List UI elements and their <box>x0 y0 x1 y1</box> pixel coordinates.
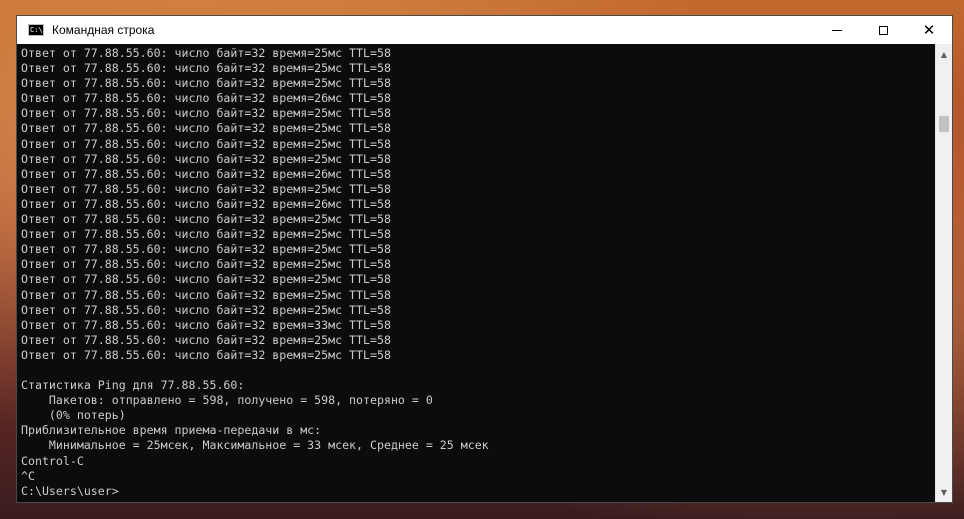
title-bar[interactable]: C:\. Командная строка ✕ <box>17 16 952 44</box>
console-line: Ответ от 77.88.55.60: число байт=32 врем… <box>21 332 391 347</box>
window-controls: ✕ <box>814 16 952 44</box>
console-line: Ответ от 77.88.55.60: число байт=32 врем… <box>21 212 391 227</box>
console-line: Ответ от 77.88.55.60: число байт=32 врем… <box>21 181 391 196</box>
console-line: C:\Users\user> <box>21 483 119 498</box>
command-prompt-window[interactable]: C:\. Командная строка ✕ Ответ от 77.88.5… <box>16 15 953 503</box>
console-line: Ответ от 77.88.55.60: число байт=32 врем… <box>21 272 391 287</box>
maximize-icon <box>878 25 888 35</box>
console-line: Ответ от 77.88.55.60: число байт=32 врем… <box>21 61 391 76</box>
console-line: Приблизительное время приема-передачи в … <box>21 423 322 438</box>
console-line: Ответ от 77.88.55.60: число байт=32 врем… <box>21 317 391 332</box>
console-line: Ответ от 77.88.55.60: число байт=32 врем… <box>21 196 391 211</box>
console-line: Ответ от 77.88.55.60: число байт=32 врем… <box>21 91 391 106</box>
console-line: Ответ от 77.88.55.60: число байт=32 врем… <box>21 166 391 181</box>
vertical-scrollbar[interactable]: ▲ ▼ <box>935 44 952 502</box>
close-button[interactable]: ✕ <box>906 16 952 44</box>
console-line: Ответ от 77.88.55.60: число байт=32 врем… <box>21 121 391 136</box>
minimize-icon <box>832 29 842 31</box>
maximize-button[interactable] <box>860 16 906 44</box>
console-line: Ответ от 77.88.55.60: число байт=32 врем… <box>21 46 391 60</box>
cmd-app-icon[interactable]: C:\. <box>28 24 44 36</box>
console-line: (0% потерь) <box>21 408 126 423</box>
console-line: Ответ от 77.88.55.60: число байт=32 врем… <box>21 151 391 166</box>
console-output[interactable]: Ответ от 77.88.55.60: число байт=32 врем… <box>21 46 933 501</box>
console-line: Ответ от 77.88.55.60: число байт=32 врем… <box>21 347 391 362</box>
console-line: Ответ от 77.88.55.60: число байт=32 врем… <box>21 302 391 317</box>
console-line: Пакетов: отправлено = 598, получено = 59… <box>21 393 433 408</box>
chevron-down-icon[interactable]: ▼ <box>936 484 952 500</box>
console-line: Ответ от 77.88.55.60: число байт=32 врем… <box>21 227 391 242</box>
console-line: Статистика Ping для 77.88.55.60: <box>21 378 245 393</box>
minimize-button[interactable] <box>814 16 860 44</box>
console-line: Ответ от 77.88.55.60: число байт=32 врем… <box>21 287 391 302</box>
console-line: Ответ от 77.88.55.60: число байт=32 врем… <box>21 136 391 151</box>
chevron-up-icon[interactable]: ▲ <box>936 46 952 62</box>
console-line: Ответ от 77.88.55.60: число байт=32 врем… <box>21 242 391 257</box>
console-line: Ответ от 77.88.55.60: число байт=32 врем… <box>21 257 391 272</box>
console-line: Ответ от 77.88.55.60: число байт=32 врем… <box>21 106 391 121</box>
console-line: ^C <box>21 468 35 483</box>
window-title: Командная строка <box>52 23 155 37</box>
console-line: Минимальное = 25мсек, Максимальное = 33 … <box>21 438 489 453</box>
close-icon: ✕ <box>922 20 936 39</box>
console-line: Ответ от 77.88.55.60: число байт=32 врем… <box>21 76 391 91</box>
console-line: Control-C <box>21 453 84 468</box>
scrollbar-thumb[interactable] <box>939 116 949 132</box>
